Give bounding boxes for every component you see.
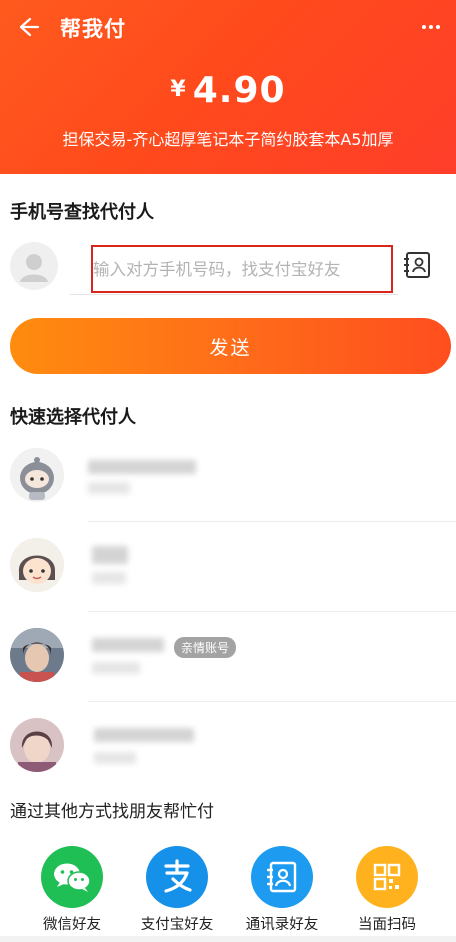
address-book-icon[interactable] [402, 250, 434, 280]
share-wechat-label: 微信好友 [43, 917, 101, 933]
share-qrcode-label: 当面扫码 [358, 917, 416, 933]
share-alipay-label: 支付宝好友 [140, 917, 214, 933]
more-options-icon[interactable] [416, 14, 446, 38]
page-title: 帮我付 [60, 17, 126, 41]
qrcode-icon [356, 846, 418, 908]
phone-search-title: 手机号查找代付人 [10, 202, 154, 223]
share-contacts-label: 通讯录好友 [245, 917, 319, 933]
photo-avatar-icon [10, 718, 64, 772]
wechat-icon [41, 846, 103, 908]
share-alipay-button[interactable]: 支付宝好友 [132, 846, 222, 934]
share-contacts-button[interactable]: 通讯录好友 [237, 846, 327, 934]
contact-row[interactable] [0, 432, 456, 522]
input-underline [70, 294, 398, 295]
bottom-edge [0, 936, 456, 942]
cartoon-girl-avatar-icon [10, 538, 64, 592]
currency-symbol: ¥ [170, 77, 187, 102]
send-button[interactable]: 发送 [10, 318, 451, 374]
contact-row[interactable]: 亲情账号 [0, 612, 456, 702]
other-ways-title: 通过其他方式找朋友帮忙付 [10, 802, 214, 822]
photo-avatar-icon [10, 628, 64, 682]
family-account-badge: 亲情账号 [174, 637, 237, 658]
contact-row[interactable] [0, 522, 456, 612]
default-avatar-icon [10, 242, 58, 290]
payment-amount: ¥4.90 [0, 70, 456, 111]
header-bar: 帮我付 ¥4.90 担保交易-齐心超厚笔记本子简约胶套本A5加厚 [0, 0, 456, 174]
robot-avatar-icon [10, 448, 64, 502]
phone-number-input[interactable] [91, 245, 393, 293]
quick-select-title: 快速选择代付人 [10, 407, 136, 428]
alipay-icon [146, 846, 208, 908]
order-description: 担保交易-齐心超厚笔记本子简约胶套本A5加厚 [62, 130, 394, 149]
contacts-icon [251, 846, 313, 908]
back-arrow-icon[interactable] [12, 12, 42, 42]
share-qrcode-button[interactable]: 当面扫码 [342, 846, 432, 934]
contact-row[interactable] [0, 702, 456, 792]
amount-value: 4.90 [192, 70, 286, 111]
share-wechat-button[interactable]: 微信好友 [27, 846, 117, 934]
